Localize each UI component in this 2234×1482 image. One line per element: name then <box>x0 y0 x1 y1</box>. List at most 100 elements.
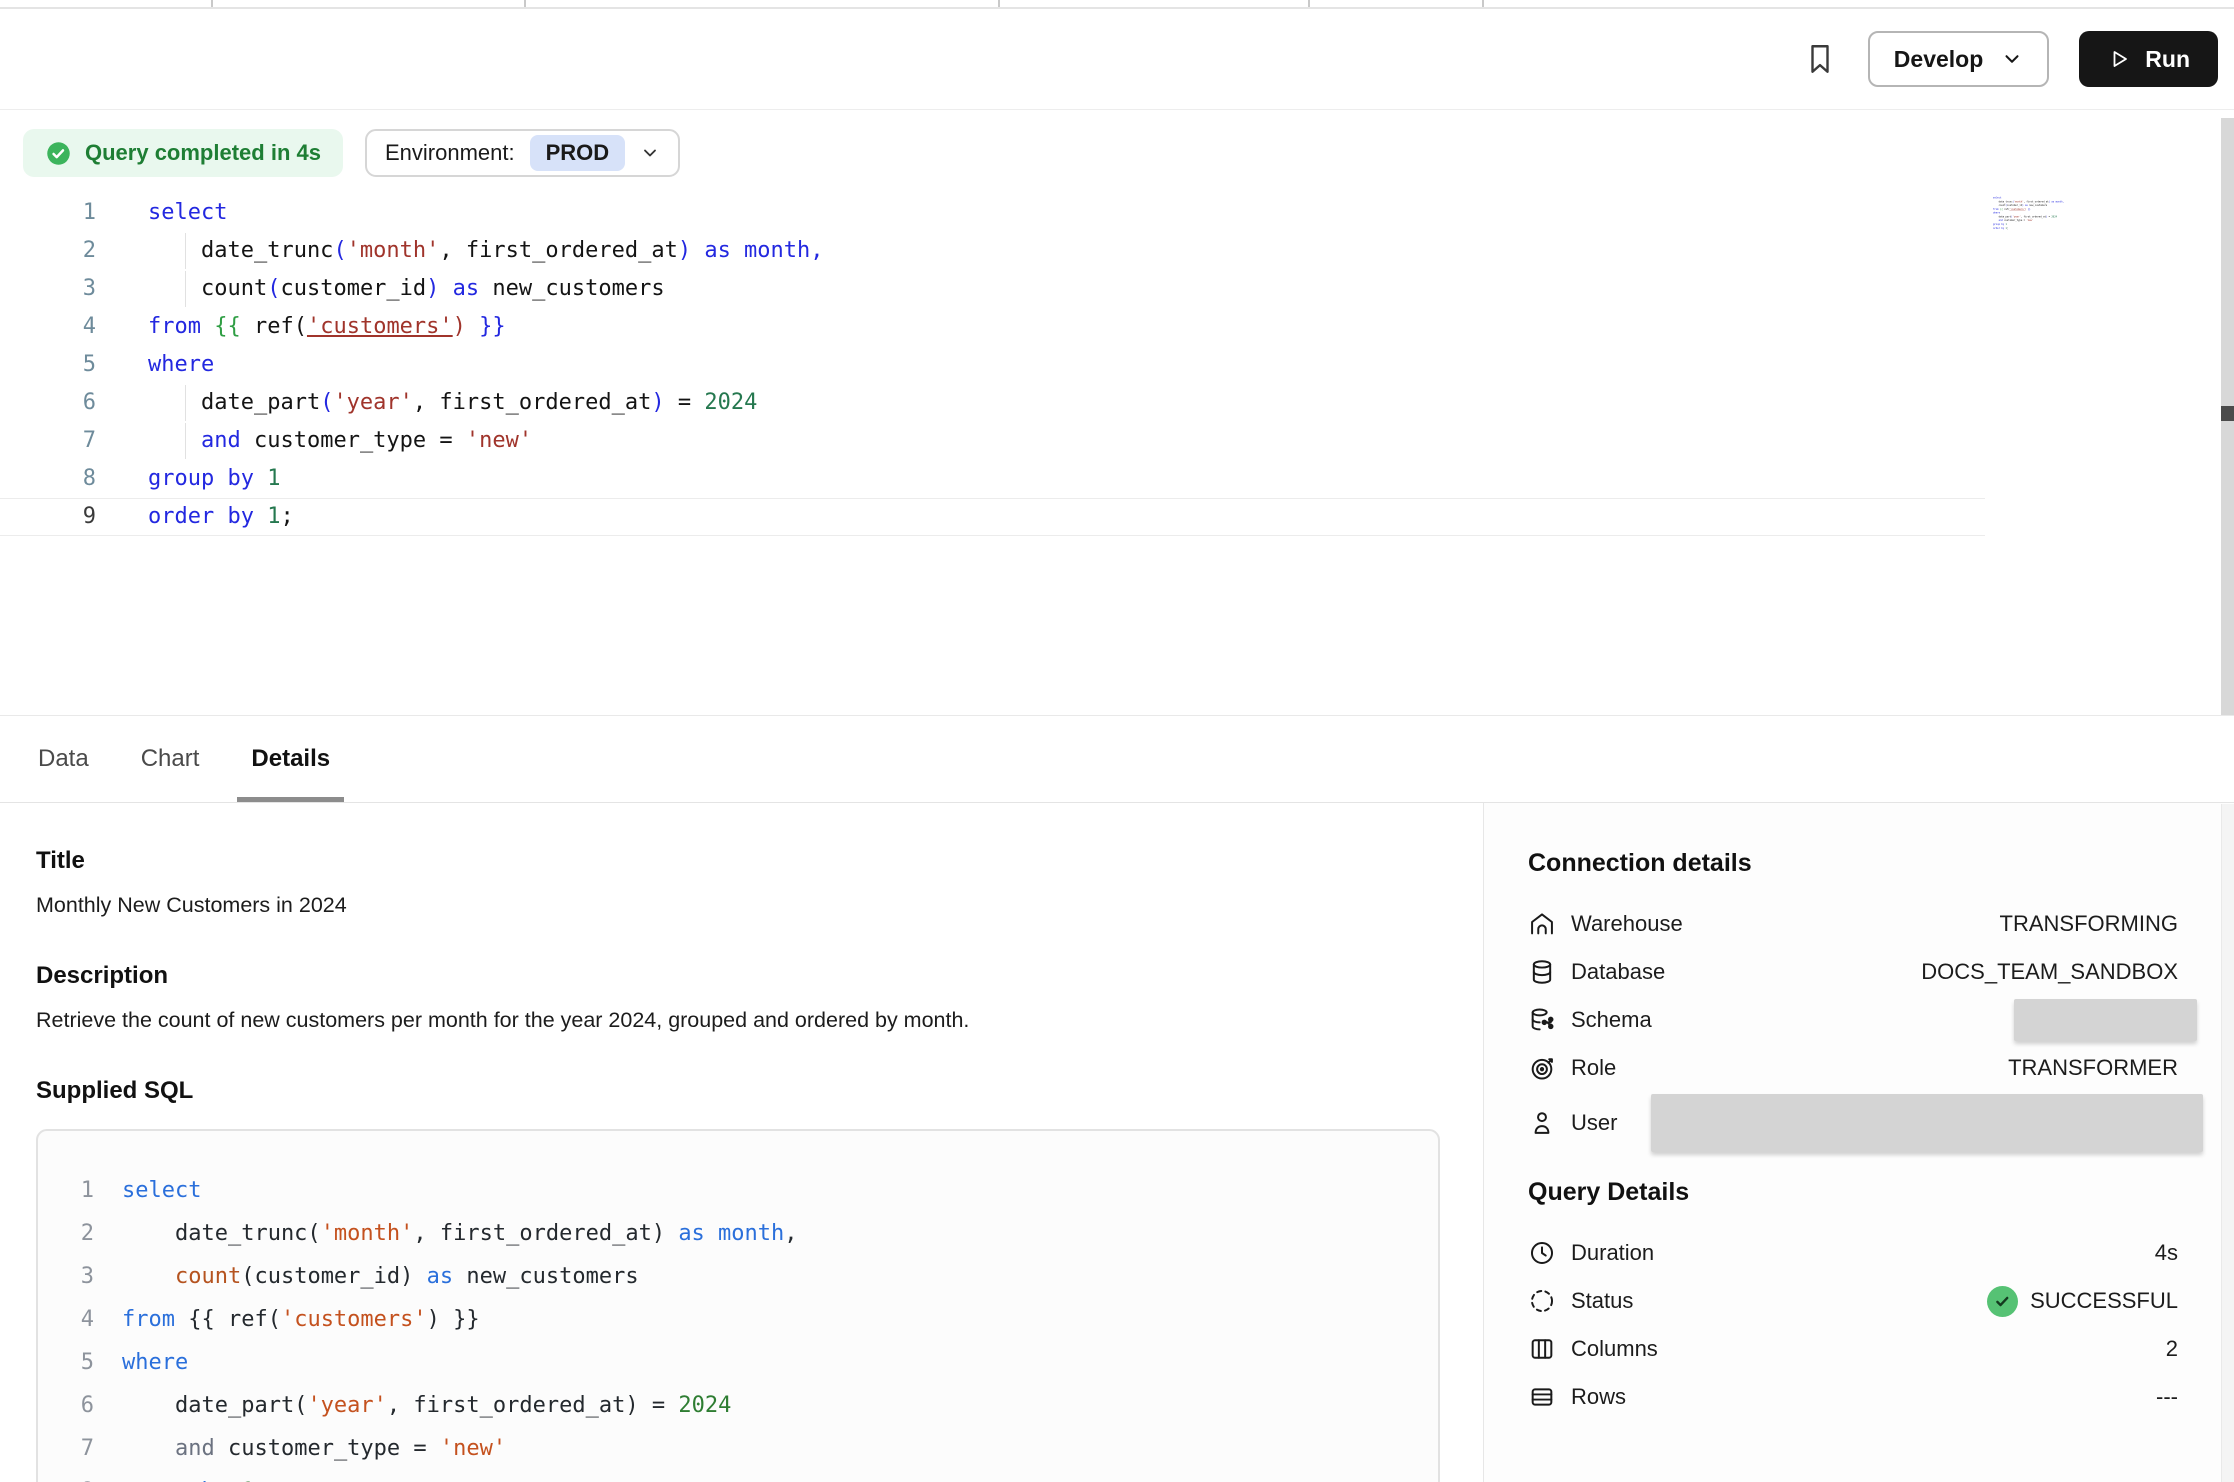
ref-link[interactable]: 'customers' <box>2010 208 2025 211</box>
code-line: 8group by 1 <box>0 460 1985 498</box>
code-text: date_part('year', first_ordered_at) = 20… <box>122 1384 731 1427</box>
row-label: Rows <box>1571 1384 1626 1410</box>
environment-select[interactable]: Environment: PROD <box>365 129 680 177</box>
success-check-icon <box>1987 1286 2018 1317</box>
code-line: 7 and customer_type = 'new' <box>0 422 1985 460</box>
row-label: Schema <box>1571 1007 1652 1033</box>
token: }} <box>2028 208 2031 211</box>
details-row: Schema <box>1528 996 2178 1044</box>
token: date_trunc( <box>122 1221 321 1246</box>
details-panel: Title Monthly New Customers in 2024 Desc… <box>0 803 2234 1482</box>
user-icon <box>1528 1109 1556 1137</box>
warehouse-icon <box>1528 910 1556 938</box>
code-text: order by 1; <box>148 499 294 535</box>
tab-data[interactable]: Data <box>36 716 91 802</box>
token: , first_ordered_at) = <box>387 1393 678 1418</box>
token: order by <box>148 504 254 529</box>
tab-details[interactable]: Details <box>249 716 332 802</box>
row-value: --- <box>2156 1384 2178 1410</box>
line-number: 8 <box>0 461 96 497</box>
token: ) <box>678 238 691 263</box>
token: {{ ref( <box>175 1307 281 1332</box>
row-value: TRANSFORMING <box>2000 911 2178 937</box>
row-label: Columns <box>1571 1336 1658 1362</box>
token: count <box>175 1264 241 1289</box>
token: date_trunc <box>1993 200 2012 203</box>
editor-minimap[interactable]: 1select2 date_trunc('month', first_order… <box>1993 196 2105 252</box>
token: as month <box>678 1221 784 1246</box>
details-left-column: Title Monthly New Customers in 2024 Desc… <box>0 803 1483 1482</box>
row-label: User <box>1571 1110 1617 1136</box>
run-button[interactable]: Run <box>2079 31 2218 87</box>
browser-tab-strip <box>0 0 2234 9</box>
token: as <box>427 1264 454 1289</box>
row-label: Duration <box>1571 1240 1654 1266</box>
token <box>122 1436 175 1461</box>
token: ) <box>651 390 664 415</box>
row-label: Role <box>1571 1055 1616 1081</box>
token: 'year' <box>333 390 412 415</box>
details-row: RoleTRANSFORMER <box>1528 1044 2178 1092</box>
token <box>254 466 267 491</box>
supplied-sql-heading: Supplied SQL <box>36 1077 1483 1105</box>
token: date_part <box>148 390 320 415</box>
run-button-label: Run <box>2145 46 2190 73</box>
token: where <box>148 352 214 377</box>
token: = <box>665 390 705 415</box>
develop-button-label: Develop <box>1894 46 1983 73</box>
line-number: 8 <box>68 1470 94 1482</box>
rows-icon <box>1528 1383 1556 1411</box>
row-value <box>2014 999 2178 1041</box>
connection-details-rows: WarehouseTRANSFORMINGDatabaseDOCS_TEAM_S… <box>1528 900 2178 1154</box>
editor-code-lines[interactable]: 1select2 date_trunc('month', first_order… <box>0 194 2234 536</box>
details-scrollbar-track[interactable] <box>2221 804 2234 1482</box>
code-text: from {{ ref('customers') }} <box>148 309 506 345</box>
token: select <box>148 200 227 225</box>
query-details-heading: Query Details <box>1528 1178 2178 1207</box>
token: 'new' <box>466 428 532 453</box>
clock-icon <box>1528 1239 1556 1267</box>
sql-editor[interactable]: 1select2 date_trunc('month', first_order… <box>0 180 2234 715</box>
chevron-down-icon <box>2001 48 2023 70</box>
details-row: Status SUCCESSFUL <box>1528 1277 2178 1325</box>
token: 2024 <box>704 390 757 415</box>
query-status-badge: Query completed in 4s <box>23 129 343 177</box>
token: 'customers' <box>281 1307 427 1332</box>
line-number: 7 <box>0 423 96 459</box>
line-number: 3 <box>0 271 96 307</box>
token: ( <box>320 390 333 415</box>
line-number: 6 <box>0 385 96 421</box>
ref-link[interactable]: 'customers' <box>307 314 453 339</box>
editor-scrollbar-track[interactable] <box>2221 118 2234 715</box>
row-value <box>1651 1094 2178 1152</box>
code-line: 4from {{ ref('customers') }} <box>68 1298 1408 1341</box>
code-text: where <box>122 1341 188 1384</box>
develop-button[interactable]: Develop <box>1868 31 2049 87</box>
token: customer_type = <box>215 1436 440 1461</box>
editor-section: Query completed in 4s Environment: PROD … <box>0 110 2234 715</box>
tab-chart[interactable]: Chart <box>139 716 202 802</box>
code-line: 8group by 1 <box>68 1470 1408 1482</box>
row-value: SUCCESSFUL <box>1987 1286 2178 1317</box>
editor-scrollbar-thumb[interactable] <box>2221 406 2234 421</box>
token: from <box>122 1307 175 1332</box>
details-row: User <box>1528 1092 2178 1154</box>
token: from <box>148 314 201 339</box>
row-label: Status <box>1571 1288 1633 1314</box>
code-line: 7 and customer_type = 'new' <box>68 1427 1408 1470</box>
status-circle-icon <box>1528 1287 1556 1315</box>
bookmark-icon[interactable] <box>1802 41 1838 77</box>
token: count <box>148 276 267 301</box>
code-line: 1select <box>68 1169 1408 1212</box>
token: , first_ordered_at <box>439 238 677 263</box>
minimap-code: 1select2 date_trunc('month', first_order… <box>1993 196 2105 230</box>
token: new_customers <box>453 1264 638 1289</box>
token: as month, <box>2050 200 2064 203</box>
code-line: 5where <box>68 1341 1408 1384</box>
token: where <box>1993 212 2000 215</box>
token: 2024 <box>678 1393 731 1418</box>
token: (customer_id) <box>241 1264 426 1289</box>
line-number: 5 <box>0 347 96 383</box>
code-text: and customer_type = 'new' <box>148 423 532 459</box>
toolbar: Develop Run <box>0 9 2234 110</box>
